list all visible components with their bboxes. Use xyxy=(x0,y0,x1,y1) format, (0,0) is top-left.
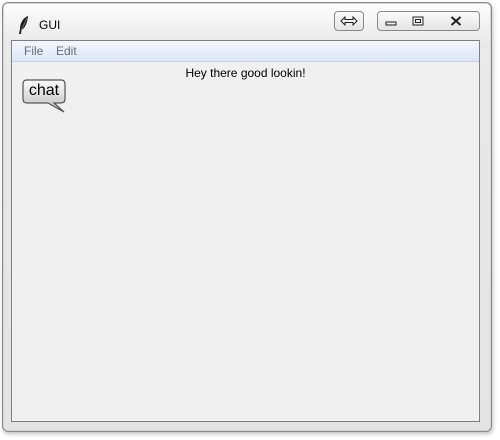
chat-button[interactable]: chat xyxy=(22,79,70,117)
chat-button-label: chat xyxy=(28,82,60,99)
minimize-button[interactable] xyxy=(377,11,405,31)
close-button[interactable] xyxy=(432,11,480,31)
close-icon xyxy=(450,16,461,26)
menu-bar: File Edit xyxy=(12,41,479,62)
client-area: File Edit Hey there good lookin! chat xyxy=(11,40,480,422)
app-window: GUI File Edit Hey there good lookin! cha… xyxy=(2,2,492,432)
feather-icon xyxy=(19,16,28,34)
maximize-icon xyxy=(412,16,424,26)
greeting-label: Hey there good lookin! xyxy=(185,66,306,80)
double-arrow-icon xyxy=(340,16,358,26)
menu-edit[interactable]: Edit xyxy=(56,44,77,58)
minimize-icon xyxy=(385,21,397,26)
maximize-button[interactable] xyxy=(404,11,433,31)
menu-file[interactable]: File xyxy=(24,44,43,58)
title-bar[interactable]: GUI xyxy=(3,3,491,39)
window-title: GUI xyxy=(39,18,61,32)
move-button[interactable] xyxy=(334,11,364,31)
